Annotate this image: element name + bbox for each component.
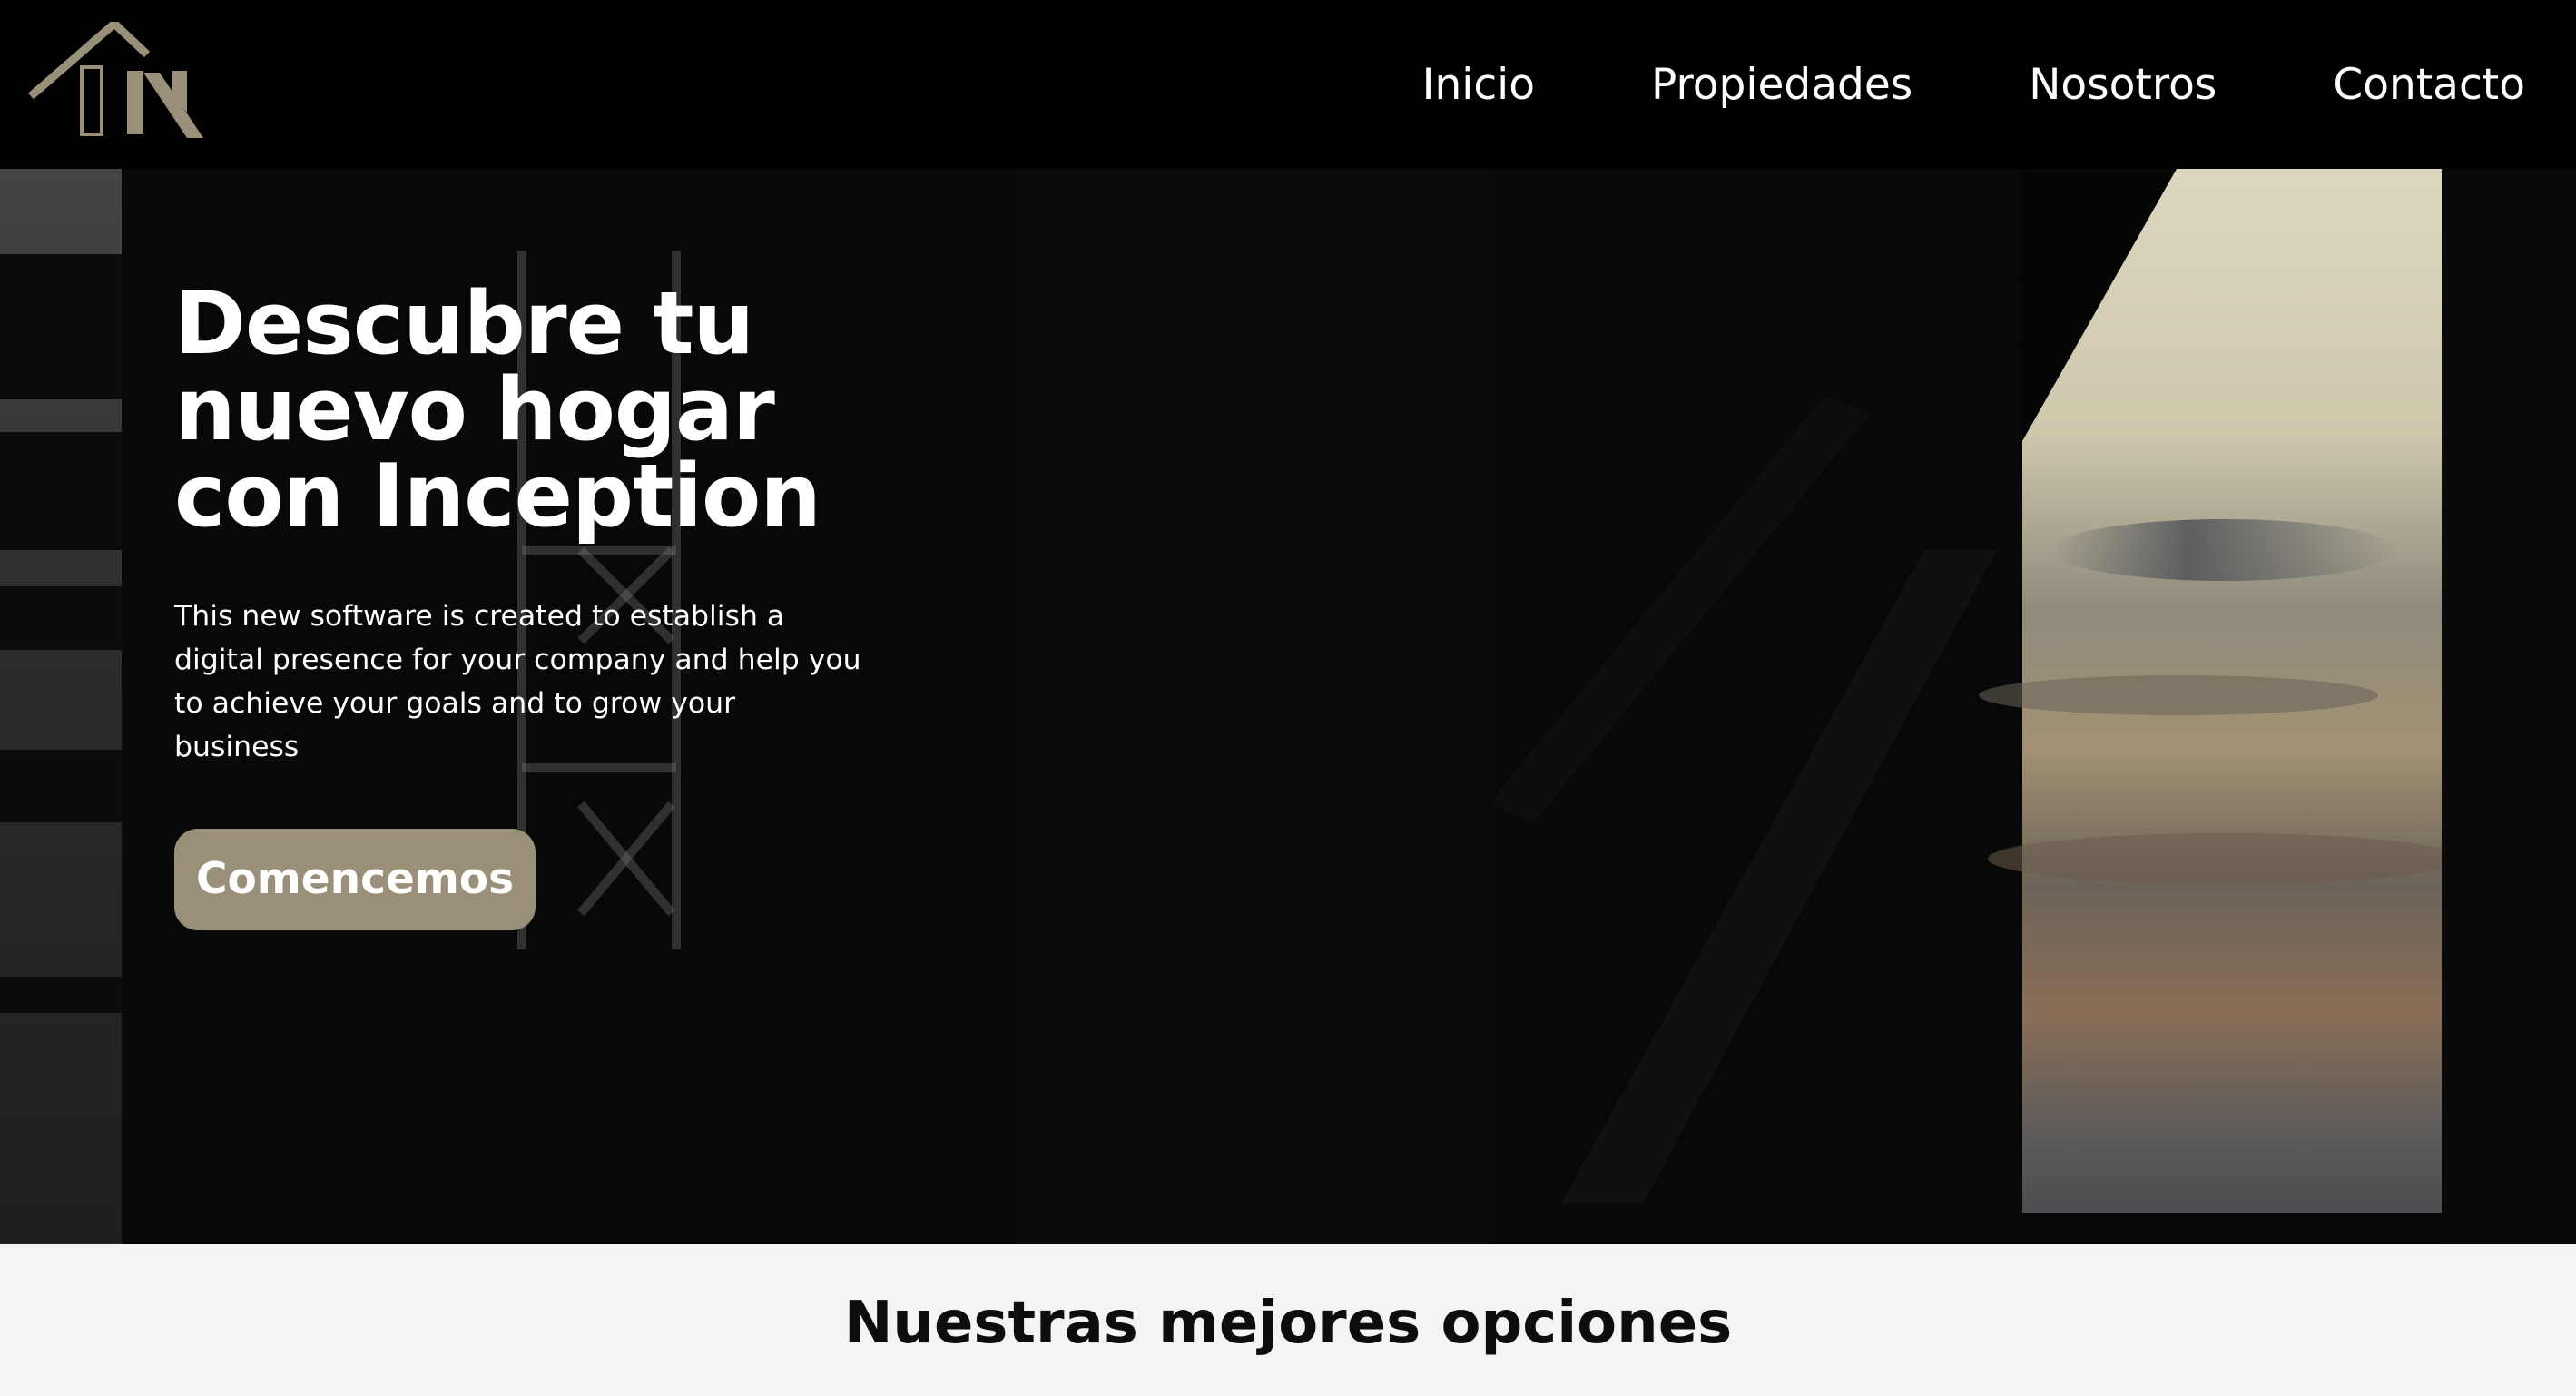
nav-link-nosotros[interactable]: Nosotros: [2029, 64, 2217, 106]
nav-link-contacto[interactable]: Contacto: [2333, 64, 2525, 106]
nav-link-propiedades[interactable]: Propiedades: [1651, 64, 1912, 106]
hero-title: Descubre tu nuevo hogar con Inception: [174, 274, 821, 546]
main-nav: Inicio Propiedades Nosotros Contacto: [1306, 0, 2525, 169]
hero-description: This new software is created to establis…: [174, 600, 861, 763]
get-started-button[interactable]: Comencemos: [174, 829, 536, 930]
top-navbar: Inicio Propiedades Nosotros Contacto: [0, 0, 2576, 169]
section-title: Nuestras mejores opciones: [843, 1290, 1733, 1357]
hero-content: Descubre tu nuevo hogar con Inception Th…: [174, 281, 973, 930]
best-options-section: Nuestras mejores opciones: [0, 1244, 2576, 1396]
nav-link-inicio[interactable]: Inicio: [1422, 64, 1535, 106]
hero-section: Descubre tu nuevo hogar con Inception Th…: [0, 169, 2576, 1244]
house-n-logo-icon[interactable]: [27, 17, 209, 142]
landing-page: Inicio Propiedades Nosotros Contacto Des…: [0, 0, 2576, 1396]
